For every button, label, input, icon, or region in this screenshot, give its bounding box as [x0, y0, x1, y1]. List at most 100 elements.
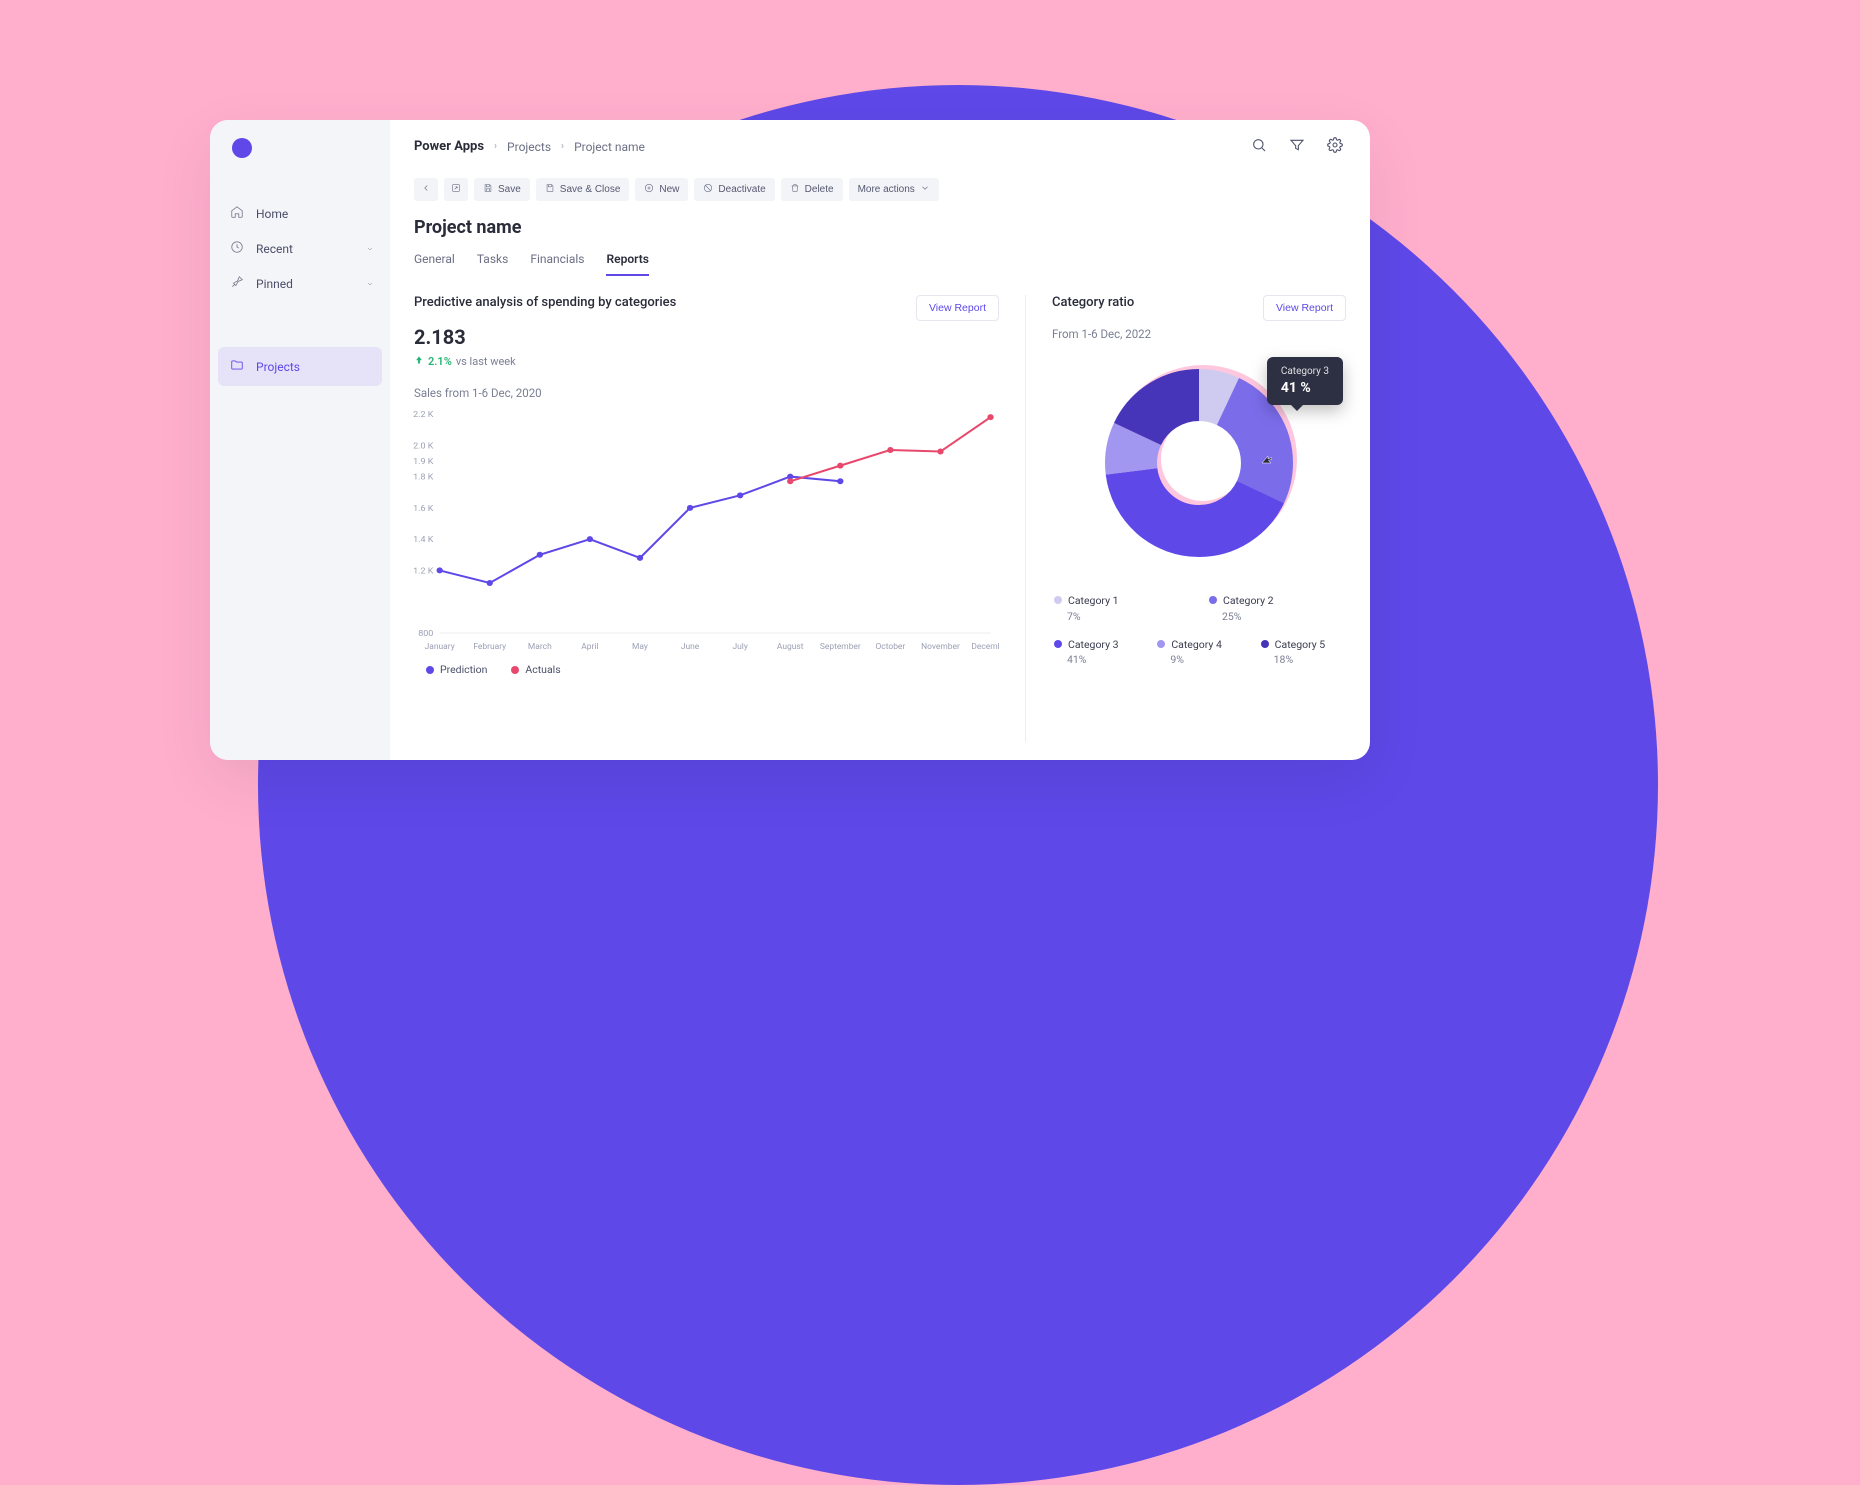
svg-text:August: August [777, 642, 804, 652]
svg-text:January: January [425, 642, 455, 652]
clock-icon [230, 240, 244, 257]
sidebar-item-label: Projects [256, 360, 300, 374]
trend-pct: 2.1% [428, 355, 452, 368]
sidebar-item-label: Home [256, 207, 288, 221]
content-area: Predictive analysis of spending by categ… [390, 277, 1370, 760]
deactivate-button[interactable]: Deactivate [694, 178, 774, 201]
breadcrumb: Power Apps › Projects › Project name [414, 139, 645, 154]
svg-text:1.8 K: 1.8 K [413, 473, 434, 483]
tab-reports[interactable]: Reports [606, 252, 648, 276]
svg-text:September: September [820, 642, 861, 652]
svg-text:2.0 K: 2.0 K [413, 441, 434, 451]
line-chart-legend: Prediction Actuals [426, 663, 999, 676]
save-button[interactable]: Save [474, 178, 530, 201]
tab-general[interactable]: General [414, 252, 455, 276]
sidebar-item-projects[interactable]: Projects [218, 347, 382, 386]
button-label: More actions [858, 184, 915, 195]
svg-text:December: December [971, 642, 999, 652]
chevron-left-icon [421, 183, 431, 196]
sidebar-item-recent[interactable]: Recent [210, 231, 390, 266]
open-new-button[interactable] [444, 178, 468, 201]
svg-text:June: June [681, 642, 700, 652]
svg-text:1.6 K: 1.6 K [413, 504, 434, 514]
legend-dot-icon [1157, 640, 1165, 648]
breadcrumb-level1[interactable]: Projects [507, 140, 551, 154]
breadcrumb-level2[interactable]: Project name [574, 140, 645, 154]
search-button[interactable] [1248, 136, 1270, 158]
svg-text:1.9 K: 1.9 K [413, 457, 434, 467]
main-area: Power Apps › Projects › Project name [390, 120, 1370, 760]
more-actions-button[interactable]: More actions [849, 178, 939, 201]
delete-button[interactable]: Delete [781, 178, 843, 201]
legend-label: Category 518% [1275, 637, 1326, 669]
category-legend: Category 341% Category 49% Category 518% [1052, 637, 1346, 669]
tabs: General Tasks Financials Reports [390, 238, 1370, 277]
legend-dot-icon [511, 666, 519, 674]
legend-label: Category 49% [1171, 637, 1222, 669]
legend-dot-icon [1054, 596, 1062, 604]
sidebar-item-label: Recent [256, 242, 293, 256]
legend-pct: 7% [1067, 609, 1119, 625]
save-close-icon [545, 183, 555, 196]
view-report-button[interactable]: View Report [916, 295, 999, 321]
chevron-down-icon [920, 183, 930, 196]
app-window: Home Recent Pinned Projects [210, 120, 1370, 760]
svg-text:1.2 K: 1.2 K [413, 567, 434, 577]
button-label: New [659, 184, 679, 195]
panel-predictive: Predictive analysis of spending by categ… [414, 295, 1026, 742]
button-label: Save [498, 184, 521, 195]
legend-pct: 18% [1274, 652, 1326, 668]
legend-label: Category 17% [1068, 593, 1119, 625]
view-report-button[interactable]: View Report [1263, 295, 1346, 321]
svg-text:November: November [921, 642, 960, 652]
category-legend-item: Category 518% [1261, 637, 1344, 669]
chevron-down-icon [366, 242, 374, 256]
chevron-right-icon: › [561, 141, 564, 152]
line-chart: 2.2 K2.0 K1.9 K1.8 K1.6 K1.4 K1.2 K800Ja… [408, 408, 999, 653]
legend-dot-icon [1054, 640, 1062, 648]
trash-icon [790, 183, 800, 196]
open-external-icon [451, 183, 461, 196]
category-legend-item: Category 17% [1054, 593, 1189, 625]
arrow-up-icon [414, 355, 424, 368]
tab-tasks[interactable]: Tasks [477, 252, 509, 276]
svg-text:April: April [581, 642, 598, 652]
sales-subtitle: Sales from 1-6 Dec, 2020 [414, 386, 999, 400]
settings-button[interactable] [1324, 136, 1346, 158]
legend-dot-icon [426, 666, 434, 674]
trend-indicator: 2.1% vs last week [414, 355, 999, 368]
search-icon [1251, 137, 1267, 156]
svg-text:October: October [876, 642, 906, 652]
svg-text:1.4 K: 1.4 K [413, 535, 434, 545]
sidebar-item-label: Pinned [256, 277, 293, 291]
panel-title: Predictive analysis of spending by categ… [414, 295, 676, 310]
save-close-button[interactable]: Save & Close [536, 178, 630, 201]
button-label: Deactivate [718, 184, 765, 195]
new-button[interactable]: New [635, 178, 688, 201]
plus-icon [644, 183, 654, 196]
topbar: Power Apps › Projects › Project name [390, 120, 1370, 174]
folder-icon [230, 358, 244, 375]
category-legend-item: Category 341% [1054, 637, 1137, 669]
panel-title: Category ratio [1052, 295, 1134, 310]
sidebar: Home Recent Pinned Projects [210, 120, 390, 760]
legend-label: Prediction [440, 663, 487, 676]
legend-prediction: Prediction [426, 663, 487, 676]
back-button[interactable] [414, 178, 438, 201]
panel-category-ratio: Category ratio View Report From 1-6 Dec,… [1026, 295, 1346, 742]
svg-text:February: February [473, 642, 506, 652]
category-legend-item: Category 225% [1209, 593, 1344, 625]
tab-financials[interactable]: Financials [530, 252, 584, 276]
chevron-right-icon: › [494, 141, 497, 152]
page-title: Project name [390, 211, 1370, 238]
legend-label: Category 225% [1223, 593, 1274, 625]
panel-subtitle: From 1-6 Dec, 2022 [1052, 327, 1346, 341]
legend-pct: 25% [1222, 609, 1274, 625]
sidebar-item-pinned[interactable]: Pinned [210, 266, 390, 301]
toolbar: Save Save & Close New Deactivate Delete … [390, 174, 1370, 211]
svg-text:800: 800 [418, 629, 433, 639]
filter-button[interactable] [1286, 136, 1308, 158]
sidebar-item-home[interactable]: Home [210, 196, 390, 231]
tooltip-category: Category 3 [1281, 366, 1329, 377]
button-label: Delete [805, 184, 834, 195]
